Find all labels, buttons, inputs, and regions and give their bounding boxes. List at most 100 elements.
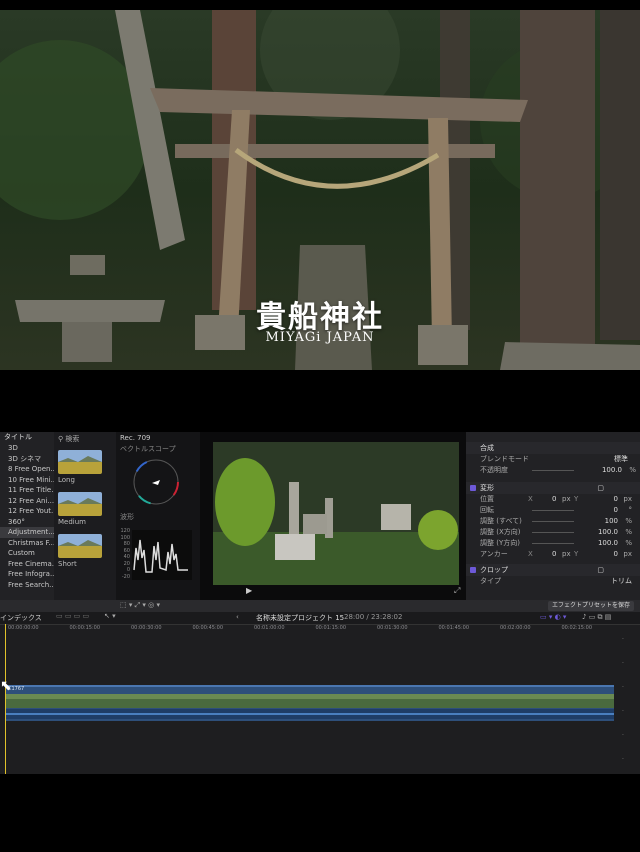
tool-icons[interactable]: ⬚ ▾ ⤢ ▾ ◎ ▾ bbox=[120, 601, 160, 610]
sidebar-item[interactable]: 3D bbox=[0, 443, 54, 454]
transform-row[interactable]: 調整 (Y方向) 100.0% bbox=[466, 538, 640, 549]
ruler-tick-label: 00:02:15:00 bbox=[561, 625, 593, 631]
sidebar-item[interactable]: 8 Free Open... bbox=[0, 464, 54, 475]
blend-mode-row[interactable]: ブレンドモード 標準 bbox=[466, 454, 640, 465]
sidebar-item[interactable]: Free Infogra... bbox=[0, 569, 54, 580]
sidebar-item[interactable]: Custom bbox=[0, 548, 54, 559]
sidebar-item[interactable]: 11 Free Title... bbox=[0, 485, 54, 496]
transform-header: 変形 bbox=[480, 484, 494, 492]
transform-row[interactable]: 回転 0 ° bbox=[466, 505, 640, 516]
timeline-view-icons[interactable]: ▭ ▭ ▭ ▭ bbox=[56, 612, 89, 620]
playhead[interactable] bbox=[5, 624, 6, 774]
ruler-tick-label: 00:00:00:00 bbox=[8, 625, 39, 631]
opacity-value[interactable]: 100.0 bbox=[602, 465, 622, 476]
row-unit: % bbox=[625, 517, 632, 525]
transform-overlay-icon[interactable]: ▢ bbox=[597, 482, 604, 494]
row-unit: ° bbox=[628, 506, 633, 514]
fullscreen-icon[interactable]: ⤢ bbox=[454, 586, 460, 596]
clip-filmstrip bbox=[6, 694, 614, 708]
audio-icons[interactable]: ♪ ▭ ⧉ ▤ bbox=[582, 613, 611, 622]
sidebar-item[interactable]: 12 Free Yout... bbox=[0, 506, 54, 517]
ruler-tick-label: 00:01:45:00 bbox=[438, 625, 470, 631]
waveform-tick: -20 bbox=[121, 573, 130, 580]
color-space-label: Rec. 709 bbox=[120, 434, 151, 442]
skimming-icons[interactable]: ▭ ▾ ◐ ▾ bbox=[540, 613, 566, 621]
media-browser: ⚲ 検索 Long Medium Short bbox=[54, 432, 116, 600]
row-unit: % bbox=[625, 528, 632, 536]
transform-row[interactable]: 調整 (X方向) 100.0% bbox=[466, 527, 640, 538]
sidebar-item[interactable]: 12 Free Ani... bbox=[0, 496, 54, 507]
crop-checkbox[interactable] bbox=[470, 567, 476, 573]
index-button[interactable]: インデックス bbox=[0, 613, 42, 623]
clip-thumbnail[interactable]: Short bbox=[54, 530, 116, 572]
transform-row[interactable]: 位置 X 0 px Y 0 px bbox=[466, 494, 640, 505]
value-slider[interactable] bbox=[532, 543, 574, 544]
final-cut-editor-window: タイトル 3D 3D シネマ 8 Free Open... 10 Free Mini.… bbox=[0, 432, 640, 774]
sidebar-item[interactable]: 360° bbox=[0, 517, 54, 528]
x-value[interactable]: 0 bbox=[552, 549, 556, 560]
viewer[interactable]: ▶ ⤢ bbox=[200, 432, 466, 600]
crop-overlay-icon[interactable]: ▢ bbox=[597, 564, 604, 576]
transform-rows: 位置 X 0 px Y 0 px 回転 0 ° 調整 (すべて) 100% 調整 (X方向) 100.0%… bbox=[466, 494, 640, 560]
blend-mode-value[interactable]: 標準 bbox=[614, 454, 628, 465]
row-value[interactable]: 0 bbox=[614, 505, 618, 516]
crop-type-value[interactable]: トリム bbox=[611, 576, 632, 587]
sidebar-item[interactable]: Free Cinema... bbox=[0, 559, 54, 570]
ruler-tick-label: 00:00:15:00 bbox=[69, 625, 101, 631]
row-value[interactable]: 100.0 bbox=[598, 538, 618, 549]
browser-search[interactable]: ⚲ 検索 bbox=[54, 432, 116, 446]
sidebar-item[interactable]: 3D シネマ bbox=[0, 454, 54, 465]
project-name[interactable]: 名称未設定プロジェクト 15 bbox=[256, 613, 344, 623]
waveform-ticks: 120 100 80 60 40 20 0 -20 bbox=[118, 528, 130, 580]
x-value[interactable]: 0 bbox=[552, 494, 556, 505]
sidebar-header: タイトル bbox=[4, 433, 32, 441]
timeline-zoom-markers[interactable]: ------ bbox=[622, 632, 630, 772]
y-label: Y bbox=[574, 495, 579, 503]
save-effect-preset-button[interactable]: エフェクトプリセットを保存 bbox=[547, 601, 634, 611]
y-value[interactable]: 0 bbox=[614, 549, 618, 560]
crop-header: クロップ bbox=[480, 566, 508, 574]
row-value[interactable]: 100 bbox=[605, 516, 618, 527]
transform-checkbox[interactable] bbox=[470, 485, 476, 491]
transform-row[interactable]: アンカー X 0 px Y 0 px bbox=[466, 549, 640, 560]
opacity-row[interactable]: 不透明度 100.0 % bbox=[466, 465, 640, 476]
x-unit: px bbox=[562, 495, 571, 503]
video-clip[interactable]: C1767 bbox=[6, 685, 614, 721]
crop-type-label: タイプ bbox=[480, 577, 501, 585]
timecode-display: 28:00 / 23:28:02 bbox=[344, 613, 403, 621]
y-label: Y bbox=[574, 550, 579, 558]
video-scopes: Rec. 709 ベクトルスコープ 波形 120 100 80 60 40 20 0 -20 bbox=[116, 432, 200, 600]
ruler-tick-label: 00:01:30:00 bbox=[377, 625, 408, 631]
sidebar-item[interactable]: Christmas F... bbox=[0, 538, 54, 549]
play-button[interactable]: ▶ bbox=[246, 586, 252, 595]
select-tool-icon[interactable]: ↖ ▾ bbox=[104, 612, 116, 620]
x-unit: px bbox=[562, 550, 571, 558]
crop-type-row[interactable]: タイプ トリム bbox=[466, 576, 640, 587]
crop-section[interactable]: クロップ ▢ bbox=[466, 564, 640, 576]
row-value[interactable]: 100.0 bbox=[598, 527, 618, 538]
y-value[interactable]: 0 bbox=[614, 494, 618, 505]
timeline-ruler[interactable]: 00:00:00:00 00:00:15:00 00:00:30:00 00:00:4… bbox=[0, 624, 620, 634]
transform-row[interactable]: 調整 (すべて) 100% bbox=[466, 516, 640, 527]
clip-list: Long Medium Short bbox=[54, 446, 116, 572]
clip-thumbnail[interactable]: Medium bbox=[54, 488, 116, 530]
transform-section[interactable]: 変形 ▢ bbox=[466, 482, 640, 494]
clip-label: Long bbox=[58, 476, 75, 484]
video-subtitle-text: MIYAGi JAPAN bbox=[265, 330, 375, 345]
clip-audio-waveform bbox=[6, 709, 614, 719]
sidebar-item[interactable]: 10 Free Mini... bbox=[0, 475, 54, 486]
clip-thumbnail[interactable]: Long bbox=[54, 446, 116, 488]
value-slider[interactable] bbox=[532, 532, 574, 533]
compositing-section: 合成 bbox=[466, 442, 640, 454]
y-unit: px bbox=[623, 550, 632, 558]
sidebar-item[interactable]: Adjustment... bbox=[0, 527, 54, 538]
sidebar-item[interactable]: Free Search... bbox=[0, 580, 54, 591]
clip-label: Short bbox=[58, 560, 77, 568]
back-arrow-icon[interactable]: ‹ bbox=[236, 613, 239, 621]
transform-label: 調整 (Y方向) bbox=[480, 539, 520, 547]
editor-toolbar: ⬚ ▾ ⤢ ▾ ◎ ▾ エフェクトプリセットを保存 bbox=[0, 600, 640, 612]
value-slider[interactable] bbox=[532, 521, 574, 522]
value-slider[interactable] bbox=[532, 510, 574, 511]
ruler-tick-label: 00:01:15:00 bbox=[315, 625, 347, 631]
opacity-slider[interactable] bbox=[532, 470, 574, 471]
